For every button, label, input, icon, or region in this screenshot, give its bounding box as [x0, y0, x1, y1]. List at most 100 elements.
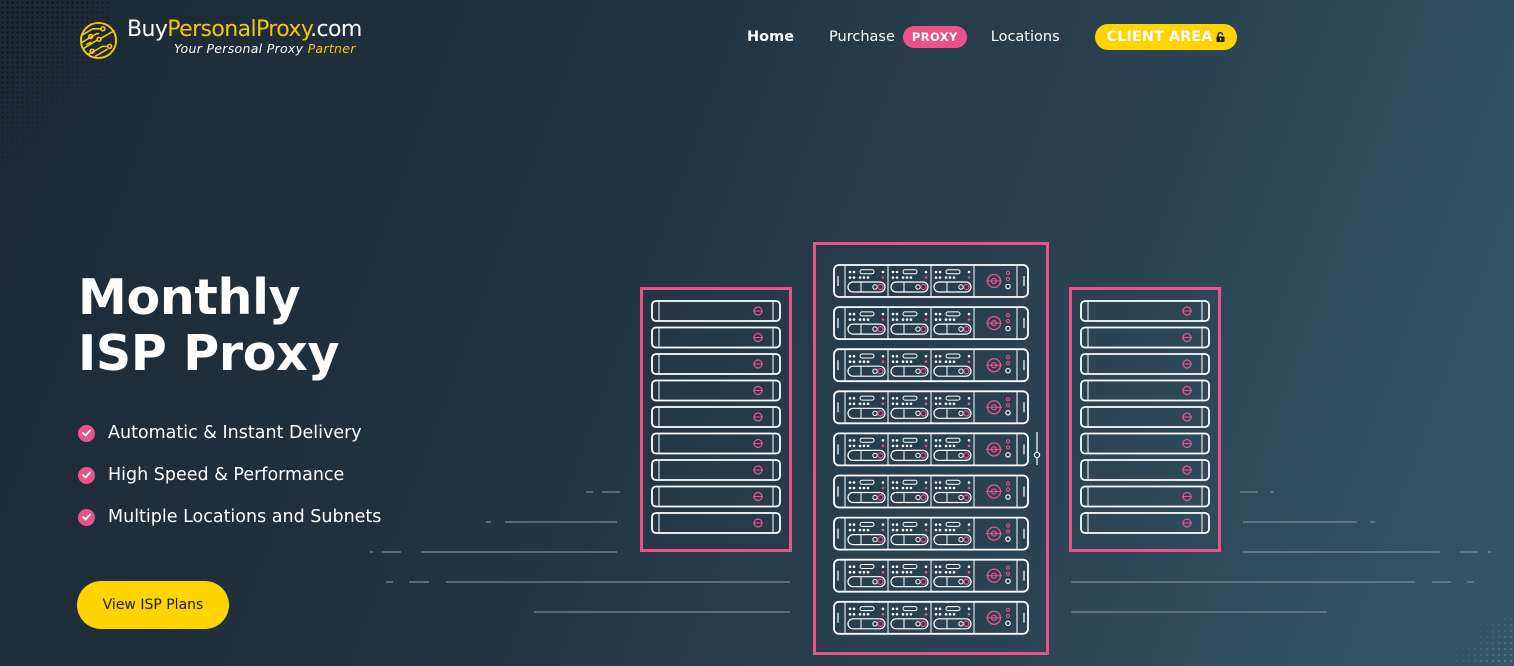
- drive-led-pink: [920, 325, 927, 333]
- status-led-pink: [924, 613, 928, 616]
- drive-slot: [945, 479, 961, 485]
- nav-purchase[interactable]: Purchase: [829, 29, 895, 45]
- status-led-pink: [1005, 313, 1011, 318]
- power-button-icon: [990, 572, 998, 579]
- status-led: [848, 570, 852, 574]
- status-led: [895, 607, 899, 611]
- server-unit: [651, 326, 781, 349]
- status-led: [852, 565, 856, 568]
- server-unit: [1080, 326, 1210, 349]
- power-button-icon: [1182, 359, 1192, 369]
- drive-slot: [902, 395, 918, 401]
- power-button-icon: [1182, 412, 1192, 422]
- server-blade-body: [833, 390, 1029, 425]
- status-led: [895, 354, 899, 358]
- status-led: [848, 486, 852, 490]
- drive-led: [958, 494, 964, 501]
- status-led: [895, 486, 899, 490]
- drive-led-pink: [877, 283, 884, 291]
- power-button-icon: [753, 332, 763, 343]
- status-led-pink: [1005, 276, 1011, 282]
- status-led: [895, 481, 899, 484]
- status-led: [848, 528, 852, 532]
- server-blade: [833, 264, 1029, 298]
- status-led: [862, 570, 866, 574]
- drive-slot: [859, 395, 875, 401]
- tagline-partner: Partner: [307, 41, 356, 56]
- drive-led-pink: [963, 410, 970, 417]
- drive-led-pink: [963, 578, 970, 585]
- power-button-icon: [753, 306, 763, 316]
- status-led: [948, 402, 952, 406]
- status-led: [1005, 325, 1011, 332]
- status-led: [858, 570, 862, 574]
- status-led: [952, 402, 956, 406]
- status-led: [1005, 536, 1011, 542]
- status-led: [938, 439, 942, 442]
- status-led-pink: [881, 528, 885, 532]
- drive-tray: [890, 576, 929, 588]
- status-led: [852, 444, 856, 448]
- status-led: [848, 439, 852, 442]
- drive-led-pink: [963, 325, 970, 333]
- status-led: [895, 444, 899, 448]
- status-led: [881, 481, 885, 484]
- status-led: [934, 360, 938, 364]
- status-led: [895, 360, 899, 364]
- drive-led: [872, 452, 878, 459]
- drive-led: [872, 368, 878, 374]
- status-led-pink: [881, 486, 885, 490]
- status-led: [934, 354, 938, 358]
- view-isp-plans-button[interactable]: View ISP Plans: [77, 581, 229, 629]
- status-led: [967, 397, 971, 400]
- status-led: [848, 402, 852, 406]
- status-led: [848, 565, 852, 568]
- drive-slot: [859, 521, 875, 527]
- status-led: [948, 570, 952, 574]
- drive-led-pink: [920, 283, 927, 291]
- status-led: [881, 397, 885, 400]
- nav-home[interactable]: Home: [747, 29, 794, 45]
- drive-slot: [859, 437, 875, 443]
- drive-tray: [933, 365, 972, 377]
- status-led: [866, 528, 870, 532]
- status-led: [858, 528, 862, 532]
- nav-locations[interactable]: Locations: [991, 29, 1060, 45]
- drive-slot: [859, 311, 875, 317]
- status-led: [852, 312, 856, 316]
- server-blade: [833, 474, 1029, 509]
- status-led: [967, 481, 971, 484]
- status-led: [858, 613, 862, 616]
- status-led: [881, 439, 885, 442]
- status-led: [952, 444, 956, 448]
- drive-led: [915, 368, 921, 374]
- status-led-pink: [924, 318, 928, 321]
- drive-tray: [847, 533, 886, 546]
- client-area-button[interactable]: CLIENT AREA: [1094, 24, 1238, 50]
- power-button-icon: [986, 568, 1002, 583]
- status-led: [948, 528, 952, 532]
- power-button-icon: [990, 614, 998, 621]
- status-led: [909, 613, 913, 616]
- server-unit: [651, 406, 781, 428]
- center-server-rack: [813, 242, 1049, 655]
- status-led: [1005, 367, 1011, 374]
- status-led-pink: [1005, 529, 1011, 534]
- status-led: [895, 570, 899, 574]
- server-unit: [651, 512, 781, 534]
- drive-led-pink: [877, 452, 884, 459]
- status-led-pink: [1005, 403, 1011, 408]
- server-unit: [1080, 459, 1210, 481]
- status-led-pink: [1005, 355, 1011, 360]
- status-led: [934, 528, 938, 532]
- status-led: [895, 318, 899, 321]
- server-blade-body: [833, 348, 1029, 383]
- status-led: [848, 354, 852, 358]
- proxy-badge[interactable]: PROXY: [902, 26, 967, 48]
- status-led-pink: [881, 360, 885, 364]
- status-led: [858, 318, 862, 321]
- speed-lines: [370, 491, 1491, 613]
- power-button-icon: [1182, 306, 1192, 316]
- logo[interactable]: BuyPersonalProxy.com Your Personal Proxy…: [79, 19, 362, 60]
- status-led: [938, 312, 942, 316]
